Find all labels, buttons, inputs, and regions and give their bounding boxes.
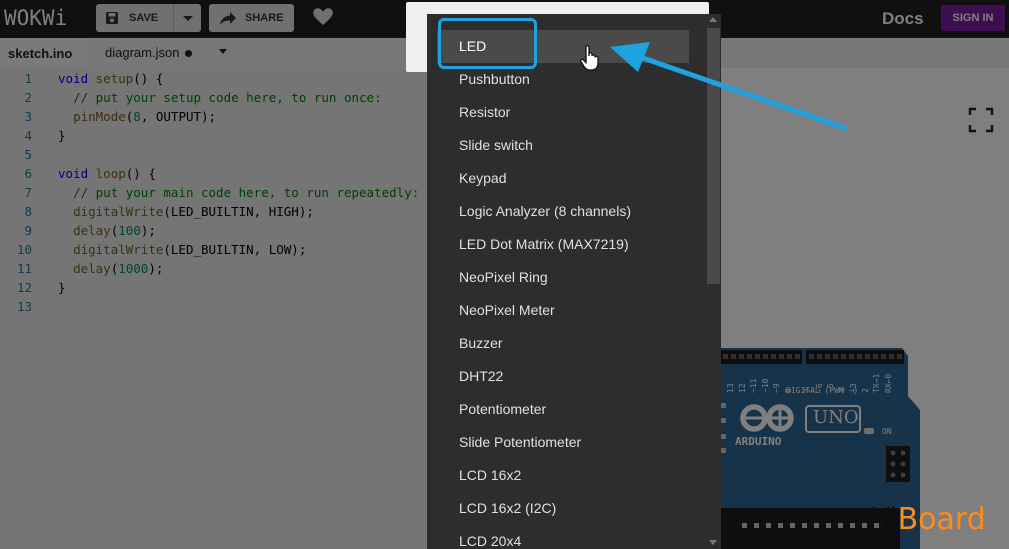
part-menu-item[interactable]: Slide Potentiometer — [427, 426, 706, 459]
part-menu-item[interactable]: Potentiometer — [427, 393, 706, 426]
part-menu-item[interactable]: NeoPixel Ring — [427, 261, 706, 294]
hand-cursor-icon — [580, 45, 599, 71]
part-menu-item[interactable]: Buzzer — [427, 327, 706, 360]
part-menu-item[interactable]: DHT22 — [427, 360, 706, 393]
part-menu-item[interactable]: Keypad — [427, 162, 706, 195]
part-menu-item[interactable]: LCD 20x4 — [427, 525, 706, 549]
scroll-down-arrow-icon[interactable] — [709, 540, 717, 545]
menu-scrollbar-thumb[interactable] — [707, 28, 720, 284]
watermark-prefix: Yi — [872, 502, 898, 537]
watermark-suffix: Board — [897, 502, 986, 537]
yiboard-watermark: YiBoard — [872, 502, 986, 537]
part-menu-item[interactable]: Logic Analyzer (8 channels) — [427, 195, 706, 228]
part-menu-item[interactable]: LCD 16x2 (I2C) — [427, 492, 706, 525]
add-part-menu[interactable]: LED Pushbutton Resistor Slide switch Keypad L… — [427, 14, 721, 549]
part-menu-item[interactable]: Resistor — [427, 96, 706, 129]
part-menu-item[interactable]: Slide switch — [427, 129, 706, 162]
part-menu-item[interactable]: LCD 16x2 — [427, 459, 706, 492]
highlight-box — [438, 18, 537, 69]
part-menu-item[interactable]: LED Dot Matrix (MAX7219) — [427, 228, 706, 261]
part-menu-item[interactable]: NeoPixel Meter — [427, 294, 706, 327]
scroll-up-arrow-icon[interactable] — [709, 17, 717, 22]
